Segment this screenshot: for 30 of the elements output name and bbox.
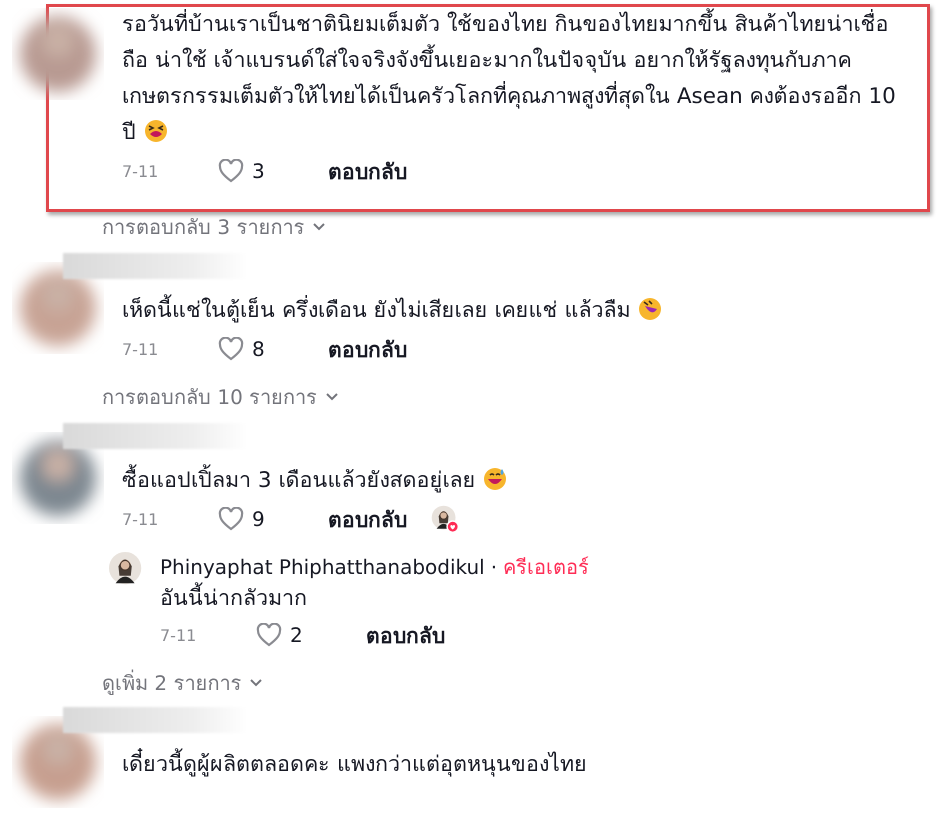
comment-date: 7-11 xyxy=(122,162,160,180)
comment-date: 7-11 xyxy=(122,340,160,358)
like-count: 2 xyxy=(290,623,303,647)
like-count: 9 xyxy=(252,507,265,531)
like-count: 3 xyxy=(252,159,265,183)
comment-text: เห็ดนี้แช่ในตู้เย็น ครึ่งเดือน ยังไม่เสียเลย เคยแช่ แล้วลืม xyxy=(122,293,897,329)
comment-date: 7-11 xyxy=(122,510,160,528)
chevron-down-icon xyxy=(325,392,340,402)
reply-button[interactable]: ตอบกลับ xyxy=(328,502,407,536)
creator-label: ครีเอเตอร์ xyxy=(503,554,590,581)
comment-text: เดี๋ยวนี้ดูผู้ผลิตตลอดคะ แพงกว่าแต่อุตหนุนของไทย xyxy=(122,747,897,783)
like-count: 8 xyxy=(252,337,265,361)
separator-dot: · xyxy=(490,555,498,579)
reply-button[interactable]: ตอบกลับ xyxy=(328,332,407,366)
heart-icon[interactable] xyxy=(218,507,244,531)
comment-date: 7-11 xyxy=(160,626,198,644)
comment-text: รอวันที่บ้านเราเป็นชาตินิยมเต็มตัว ใช้ของไทย กินของไทยมากขึ้น สินค้าไทยน่าเชื่อถือ น่าใช้ เจ้าแบรนด์ใส่ใจจริงจังขึ้นเยอะมากในปัจจุบัน อยากให้รัฐลงทุนกับภาคเกษตรกรรมเต็มตัวให้ไทยได้เป็นครัวโลกที่คุณภาพสูงที่สุดใน Asean คงต้องรออีก 10 ปี xyxy=(122,7,897,151)
view-replies-button[interactable]: การตอบกลับ 3 รายการ xyxy=(102,210,326,244)
heart-icon[interactable] xyxy=(218,159,244,183)
reply-text: อันนี้น่ากลัวมาก xyxy=(160,583,590,615)
heart-icon[interactable] xyxy=(218,337,244,361)
author-name[interactable]: Phinyaphat Phiphatthanabodikul xyxy=(160,555,485,579)
comment-text: ซื้อแอปเปิ้ลมา 3 เดือนแล้วยังสดอยู่เลย xyxy=(122,463,897,499)
chevron-down-icon xyxy=(249,678,264,688)
chevron-down-icon xyxy=(312,222,326,232)
view-replies-button[interactable]: การตอบกลับ 10 รายการ xyxy=(102,380,340,414)
heart-icon[interactable] xyxy=(256,623,282,647)
reply-button[interactable]: ตอบกลับ xyxy=(328,154,407,188)
view-replies-button[interactable]: ดูเพิ่ม 2 รายการ xyxy=(102,666,264,700)
reply-button[interactable]: ตอบกลับ xyxy=(366,618,445,652)
